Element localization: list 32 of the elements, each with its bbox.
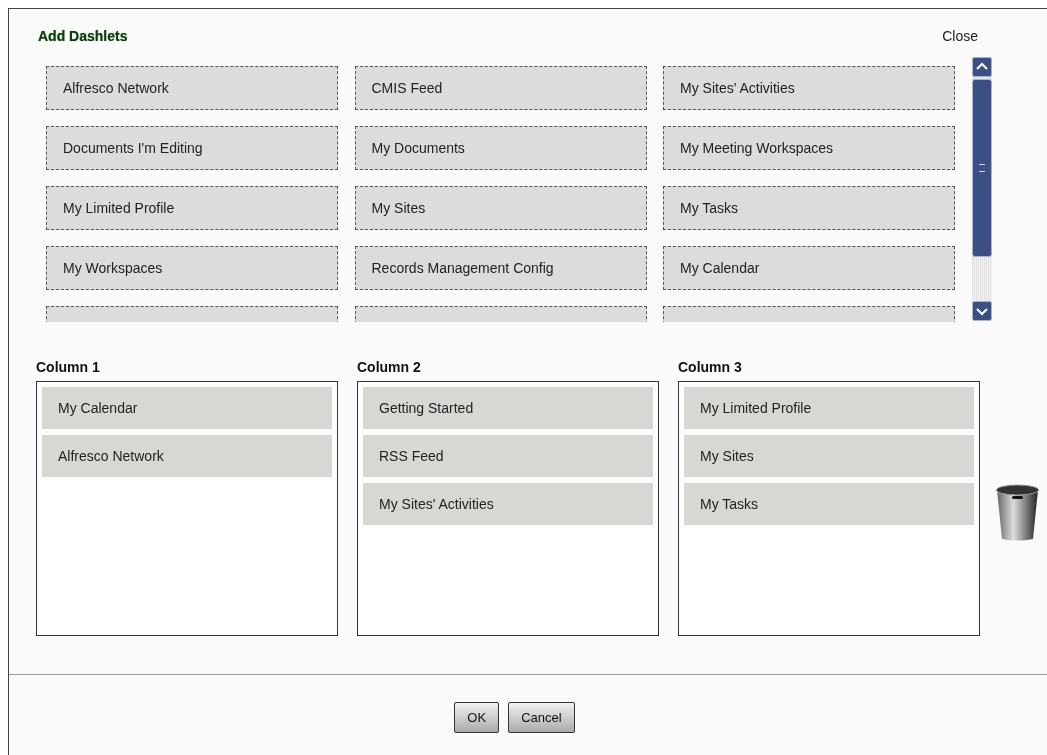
dashlet-tile[interactable]: My Meeting Workspaces	[663, 126, 955, 170]
dashlet-tile[interactable]: Records Management Config	[354, 246, 647, 290]
dashlet-tile[interactable]: Alfresco Network	[46, 66, 338, 110]
dashlet-item[interactable]: Getting Started	[363, 387, 653, 429]
dashlet-item[interactable]: My Limited Profile	[684, 387, 974, 429]
scroll-up-icon[interactable]	[972, 57, 992, 77]
dashlet-item[interactable]: My Tasks	[684, 483, 974, 525]
scroll-thumb[interactable]	[972, 79, 992, 257]
dashlet-tile[interactable]: My Sites	[354, 186, 647, 230]
scroll-down-icon[interactable]	[972, 301, 992, 321]
dashlet-item[interactable]: My Sites' Activities	[363, 483, 653, 525]
dashlet-item[interactable]: RSS Feed	[363, 435, 653, 477]
dashlet-tile[interactable]: My Workspaces	[46, 246, 338, 290]
dashlet-tile[interactable]: CMIS Feed	[354, 66, 647, 110]
dashlet-tile[interactable]: My Calendar	[663, 246, 955, 290]
column-heading: Column 3	[678, 359, 743, 377]
dialog-title: Add Dashlets	[38, 27, 128, 44]
dashlet-item[interactable]: Alfresco Network	[42, 435, 332, 477]
ok-button[interactable]: OK	[454, 702, 500, 733]
trash-icon[interactable]	[994, 484, 1041, 541]
dashlet-tile[interactable]: My Sites' Activities	[663, 66, 955, 110]
dashlet-tile[interactable]: My Documents	[354, 126, 647, 170]
scrollbar[interactable]	[972, 57, 992, 321]
column-heading: Column 1	[36, 359, 101, 377]
cancel-button[interactable]: Cancel	[508, 702, 575, 733]
dashlet-tile[interactable]: Documents I'm Editing	[46, 126, 338, 170]
dashlet-item[interactable]: My Calendar	[42, 387, 332, 429]
close-link[interactable]: Close	[942, 27, 978, 44]
column-heading: Column 2	[357, 359, 422, 377]
dashlet-tile[interactable]: My Tasks	[663, 186, 955, 230]
dashlet-tile[interactable]: My Limited Profile	[46, 186, 338, 230]
dashlet-item[interactable]: My Sites	[684, 435, 974, 477]
